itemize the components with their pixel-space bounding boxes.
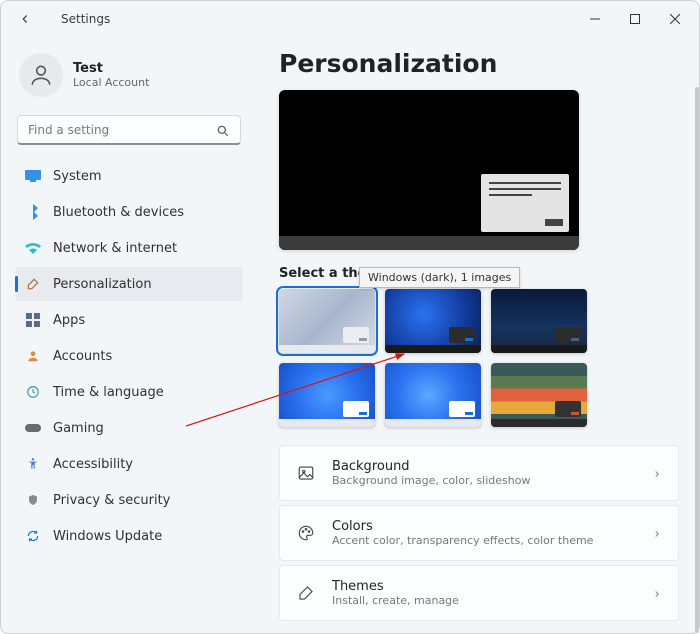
accounts-icon bbox=[25, 348, 41, 364]
window-title: Settings bbox=[61, 12, 110, 26]
setting-row-colors[interactable]: ColorsAccent color, transparency effects… bbox=[279, 505, 679, 561]
row-title: Colors bbox=[332, 519, 593, 534]
profile-block[interactable]: Test Local Account bbox=[15, 47, 243, 111]
scrollbar[interactable] bbox=[695, 87, 699, 633]
content-pane: Personalization Select a theme Windows (… bbox=[251, 37, 699, 633]
row-sub: Accent color, transparency effects, colo… bbox=[332, 534, 593, 547]
nav-list: System Bluetooth & devices Network & inter… bbox=[15, 159, 243, 553]
setting-row-background[interactable]: BackgroundBackground image, color, slide… bbox=[279, 445, 679, 501]
sidebar-item-label: Gaming bbox=[53, 421, 104, 436]
theme-tile-stripes[interactable] bbox=[491, 363, 587, 427]
preview-window bbox=[481, 174, 569, 232]
chevron-right-icon bbox=[652, 524, 662, 543]
preview-taskbar bbox=[279, 236, 579, 250]
brush-icon bbox=[296, 583, 316, 603]
theme-tile-night[interactable] bbox=[491, 289, 587, 353]
network-icon bbox=[25, 240, 41, 256]
sidebar-item-label: Accounts bbox=[53, 349, 112, 364]
sidebar-item-label: System bbox=[53, 169, 101, 184]
sidebar-item-apps[interactable]: Apps bbox=[15, 303, 243, 337]
apps-icon bbox=[25, 312, 41, 328]
desktop-preview bbox=[279, 90, 579, 250]
back-button[interactable] bbox=[5, 5, 45, 33]
avatar-icon bbox=[19, 53, 63, 97]
sidebar-item-gaming[interactable]: Gaming bbox=[15, 411, 243, 445]
titlebar: Settings bbox=[1, 1, 699, 37]
search-input[interactable] bbox=[28, 123, 216, 137]
sidebar-item-accessibility[interactable]: Accessibility bbox=[15, 447, 243, 481]
row-sub: Background image, color, slideshow bbox=[332, 474, 530, 487]
sidebar-item-time[interactable]: Time & language bbox=[15, 375, 243, 409]
search-box[interactable] bbox=[17, 115, 241, 145]
row-title: Background bbox=[332, 459, 530, 474]
chevron-right-icon bbox=[652, 464, 662, 483]
privacy-icon bbox=[25, 492, 41, 508]
sidebar-item-label: Network & internet bbox=[53, 241, 177, 256]
sidebar-item-privacy[interactable]: Privacy & security bbox=[15, 483, 243, 517]
sidebar-item-label: Bluetooth & devices bbox=[53, 205, 184, 220]
maximize-button[interactable] bbox=[615, 5, 655, 33]
settings-list: BackgroundBackground image, color, slide… bbox=[279, 445, 679, 621]
close-button[interactable] bbox=[655, 5, 695, 33]
system-icon bbox=[25, 168, 41, 184]
sidebar-item-label: Windows Update bbox=[53, 529, 162, 544]
palette-icon bbox=[296, 523, 316, 543]
sidebar-item-label: Personalization bbox=[53, 277, 152, 292]
time-icon bbox=[25, 384, 41, 400]
sidebar-item-label: Apps bbox=[53, 313, 85, 328]
bluetooth-icon bbox=[25, 204, 41, 220]
sidebar-item-label: Privacy & security bbox=[53, 493, 170, 508]
theme-tile-light[interactable] bbox=[279, 289, 375, 353]
row-sub: Install, create, manage bbox=[332, 594, 459, 607]
theme-grid: Windows (dark), 1 images bbox=[279, 289, 679, 427]
sidebar-item-accounts[interactable]: Accounts bbox=[15, 339, 243, 373]
theme-tooltip: Windows (dark), 1 images bbox=[359, 267, 520, 288]
search-icon bbox=[216, 123, 230, 137]
update-icon bbox=[25, 528, 41, 544]
accessibility-icon bbox=[25, 456, 41, 472]
sidebar-item-system[interactable]: System bbox=[15, 159, 243, 193]
sidebar-item-network[interactable]: Network & internet bbox=[15, 231, 243, 265]
sidebar-item-update[interactable]: Windows Update bbox=[15, 519, 243, 553]
theme-tile-dark[interactable] bbox=[385, 289, 481, 353]
brush-icon bbox=[25, 276, 41, 292]
image-icon bbox=[296, 463, 316, 483]
row-title: Themes bbox=[332, 579, 459, 594]
page-title: Personalization bbox=[279, 49, 679, 78]
sidebar-item-label: Time & language bbox=[53, 385, 164, 400]
setting-row-themes[interactable]: ThemesInstall, create, manage bbox=[279, 565, 679, 621]
profile-sub: Local Account bbox=[73, 76, 149, 89]
gaming-icon bbox=[25, 420, 41, 436]
sidebar-item-label: Accessibility bbox=[53, 457, 133, 472]
sidebar: Test Local Account System Bluetooth & dev… bbox=[1, 37, 251, 633]
settings-window: Settings Test Local Account bbox=[0, 0, 700, 634]
theme-tile-blue1[interactable] bbox=[279, 363, 375, 427]
chevron-right-icon bbox=[652, 584, 662, 603]
profile-name: Test bbox=[73, 61, 149, 76]
minimize-button[interactable] bbox=[575, 5, 615, 33]
sidebar-item-bluetooth[interactable]: Bluetooth & devices bbox=[15, 195, 243, 229]
theme-tile-blue2[interactable] bbox=[385, 363, 481, 427]
sidebar-item-brush[interactable]: Personalization bbox=[15, 267, 243, 301]
